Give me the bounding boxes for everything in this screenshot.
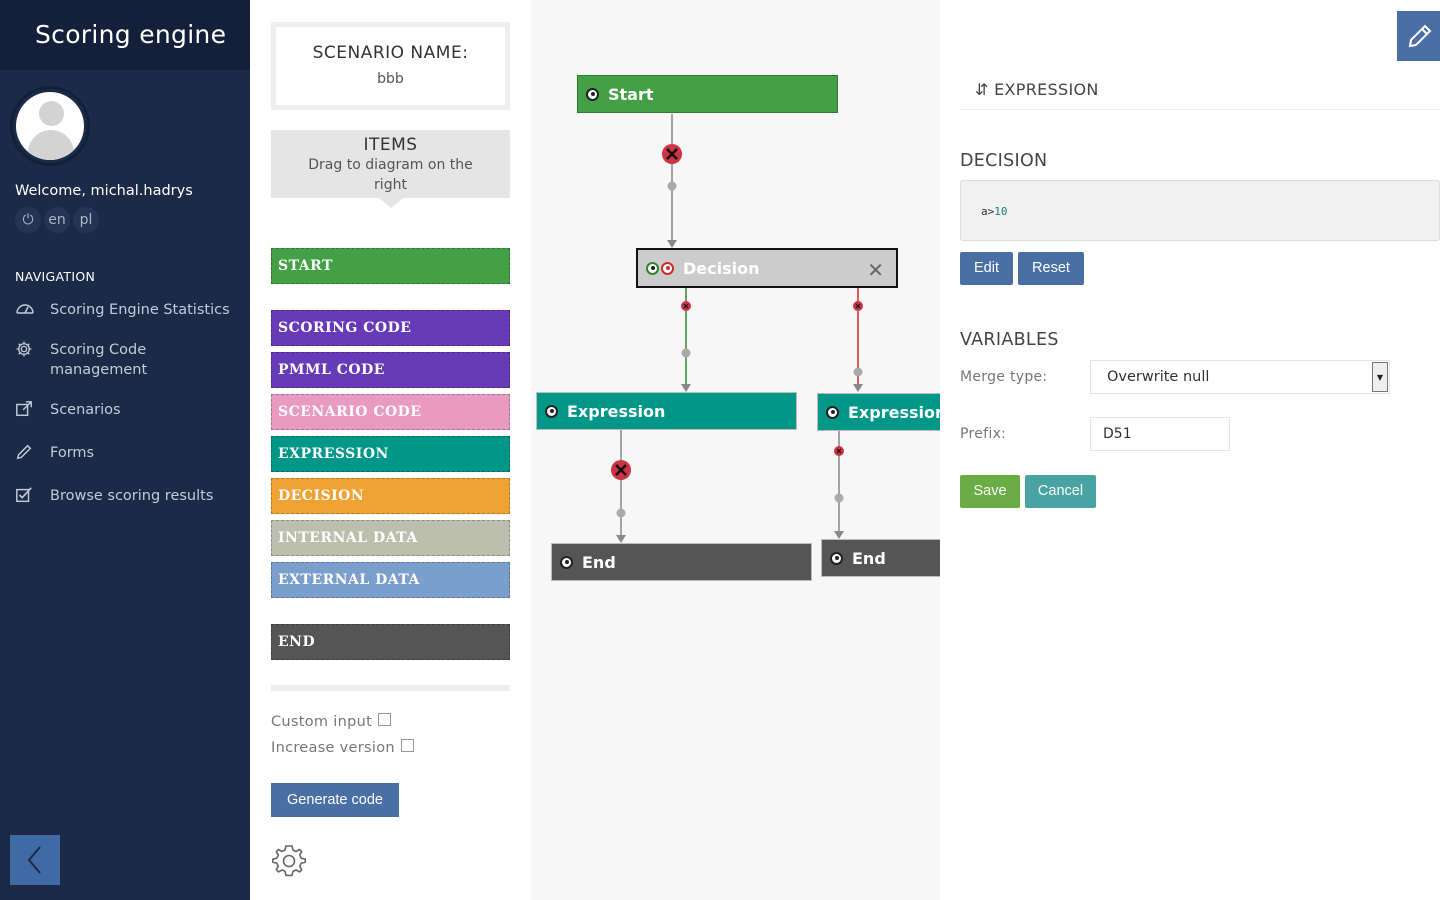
palette-item-expression[interactable]: EXPRESSION xyxy=(271,436,510,472)
avatar xyxy=(10,86,90,166)
nav-list: Scoring Engine Statistics Scoring Code m… xyxy=(15,300,240,529)
edit-pencil-button[interactable] xyxy=(1397,11,1440,61)
external-link-icon xyxy=(15,400,50,423)
input-port[interactable] xyxy=(560,555,573,569)
increase-version-checkbox[interactable] xyxy=(400,738,414,752)
diagram-links xyxy=(611,114,863,543)
checkbox-icon xyxy=(15,486,50,509)
node-expression-right[interactable]: Expression xyxy=(817,393,940,431)
divider xyxy=(960,109,1440,110)
false-port[interactable] xyxy=(661,261,674,275)
node-start[interactable]: Start xyxy=(577,75,838,113)
output-port[interactable] xyxy=(586,87,599,101)
nav-item-statistics[interactable]: Scoring Engine Statistics xyxy=(15,300,240,320)
merge-type-select[interactable]: Overwrite null ▼ xyxy=(1090,360,1390,394)
palette-item-pmml-code[interactable]: PMML CODE xyxy=(271,352,510,388)
sort-arrows-icon: ⇵ xyxy=(975,80,989,99)
diagram-canvas[interactable]: Start Decision ✕ Expression Expression E… xyxy=(531,0,940,900)
custom-input-option: Custom input xyxy=(271,712,392,730)
close-icon[interactable]: ✕ xyxy=(867,258,884,282)
decision-section-title: DECISION xyxy=(960,151,1048,171)
sidebar: Scoring engine Welcome, michal.hadrys ⏻ … xyxy=(0,0,250,900)
delete-link-icon[interactable] xyxy=(834,446,844,456)
node-label: Decision xyxy=(683,258,760,278)
nav-item-forms[interactable]: Forms xyxy=(15,443,240,466)
prefix-input[interactable]: D51 xyxy=(1090,417,1230,451)
node-label: End xyxy=(582,552,616,572)
nav-item-label: Browse scoring results xyxy=(50,488,214,504)
items-subtitle: Drag to diagram on the right xyxy=(308,157,473,193)
palette-item-start[interactable]: START xyxy=(271,248,510,284)
nav-item-scoring-code[interactable]: Scoring Code management xyxy=(15,340,240,380)
decision-code-box: a>10 xyxy=(960,180,1440,241)
gear-icon xyxy=(15,340,50,363)
code-number: 10 xyxy=(994,205,1008,218)
divider xyxy=(271,685,510,691)
code-variable: a xyxy=(981,205,988,218)
node-label: End xyxy=(852,548,886,568)
generate-code-button[interactable]: Generate code xyxy=(271,783,399,817)
increase-version-label: Increase version xyxy=(271,740,395,756)
palette-item-end[interactable]: END xyxy=(271,624,510,660)
save-button[interactable]: Save xyxy=(960,475,1020,508)
items-title: ITEMS xyxy=(363,135,418,155)
scenario-name-box: SCENARIO NAME: bbb xyxy=(271,22,510,110)
palette-item-scoring-code[interactable]: SCORING CODE xyxy=(271,310,510,346)
collapse-sidebar-button[interactable] xyxy=(10,835,60,885)
delete-link-icon[interactable] xyxy=(853,301,863,311)
custom-input-checkbox[interactable] xyxy=(378,712,392,726)
node-label: Expression xyxy=(567,401,666,421)
increase-version-option: Increase version xyxy=(271,738,414,756)
nav-item-label: Forms xyxy=(50,445,95,461)
variables-section-title: VARIABLES xyxy=(960,330,1059,350)
nav-item-label: Scenarios xyxy=(50,402,121,418)
nav-item-label: Scoring Code management xyxy=(50,342,148,378)
nav-item-browse-results[interactable]: Browse scoring results xyxy=(15,486,240,509)
merge-type-label: Merge type: xyxy=(960,369,1048,385)
user-controls: ⏻ en pl xyxy=(15,207,99,233)
delete-link-icon[interactable] xyxy=(662,144,682,164)
logout-icon[interactable]: ⏻ xyxy=(15,207,41,233)
items-arrow xyxy=(379,198,403,208)
palette-item-scenario-code[interactable]: SCENARIO CODE xyxy=(271,394,510,430)
custom-input-label: Custom input xyxy=(271,714,373,730)
welcome-text: Welcome, michal.hadrys xyxy=(15,183,193,199)
dashboard-icon xyxy=(15,300,50,320)
node-end-left[interactable]: End xyxy=(551,543,812,581)
pencil-icon xyxy=(1408,24,1432,48)
node-expression-left[interactable]: Expression xyxy=(536,392,797,430)
pencil-icon xyxy=(15,443,50,466)
palette-item-external-data[interactable]: EXTERNAL DATA xyxy=(271,562,510,598)
output-port[interactable] xyxy=(545,404,558,418)
settings-gear-icon[interactable] xyxy=(271,843,307,879)
scenario-name-label: SCENARIO NAME: xyxy=(312,43,469,63)
output-port[interactable] xyxy=(826,405,839,419)
nav-item-scenarios[interactable]: Scenarios xyxy=(15,400,240,423)
input-port[interactable] xyxy=(830,551,843,565)
panel-title: ⇵ EXPRESSION xyxy=(975,80,1099,99)
node-label: Start xyxy=(608,84,654,104)
app-title: Scoring engine xyxy=(0,0,250,70)
node-end-right[interactable]: End xyxy=(821,539,940,577)
node-decision[interactable]: Decision ✕ xyxy=(636,248,898,288)
language-en-button[interactable]: en xyxy=(44,207,70,233)
prefix-label: Prefix: xyxy=(960,426,1007,442)
delete-link-icon[interactable] xyxy=(611,460,631,480)
node-label: Expression xyxy=(848,402,940,422)
chevron-left-icon xyxy=(27,846,41,874)
nav-title: NAVIGATION xyxy=(15,269,96,284)
palette-column: SCENARIO NAME: bbb ITEMS Drag to diagram… xyxy=(250,0,531,900)
palette-item-internal-data[interactable]: INTERNAL DATA xyxy=(271,520,510,556)
reset-button[interactable]: Reset xyxy=(1018,252,1084,285)
nav-item-label: Scoring Engine Statistics xyxy=(50,302,230,318)
delete-link-icon[interactable] xyxy=(681,301,691,311)
palette-item-decision[interactable]: DECISION xyxy=(271,478,510,514)
items-header: ITEMS Drag to diagram on the right xyxy=(271,130,510,198)
cancel-button[interactable]: Cancel xyxy=(1025,475,1096,508)
edit-button[interactable]: Edit xyxy=(960,252,1013,285)
scenario-name-value: bbb xyxy=(377,71,404,87)
chevron-down-icon[interactable]: ▼ xyxy=(1372,362,1388,392)
language-pl-button[interactable]: pl xyxy=(73,207,99,233)
true-port[interactable] xyxy=(646,261,659,275)
